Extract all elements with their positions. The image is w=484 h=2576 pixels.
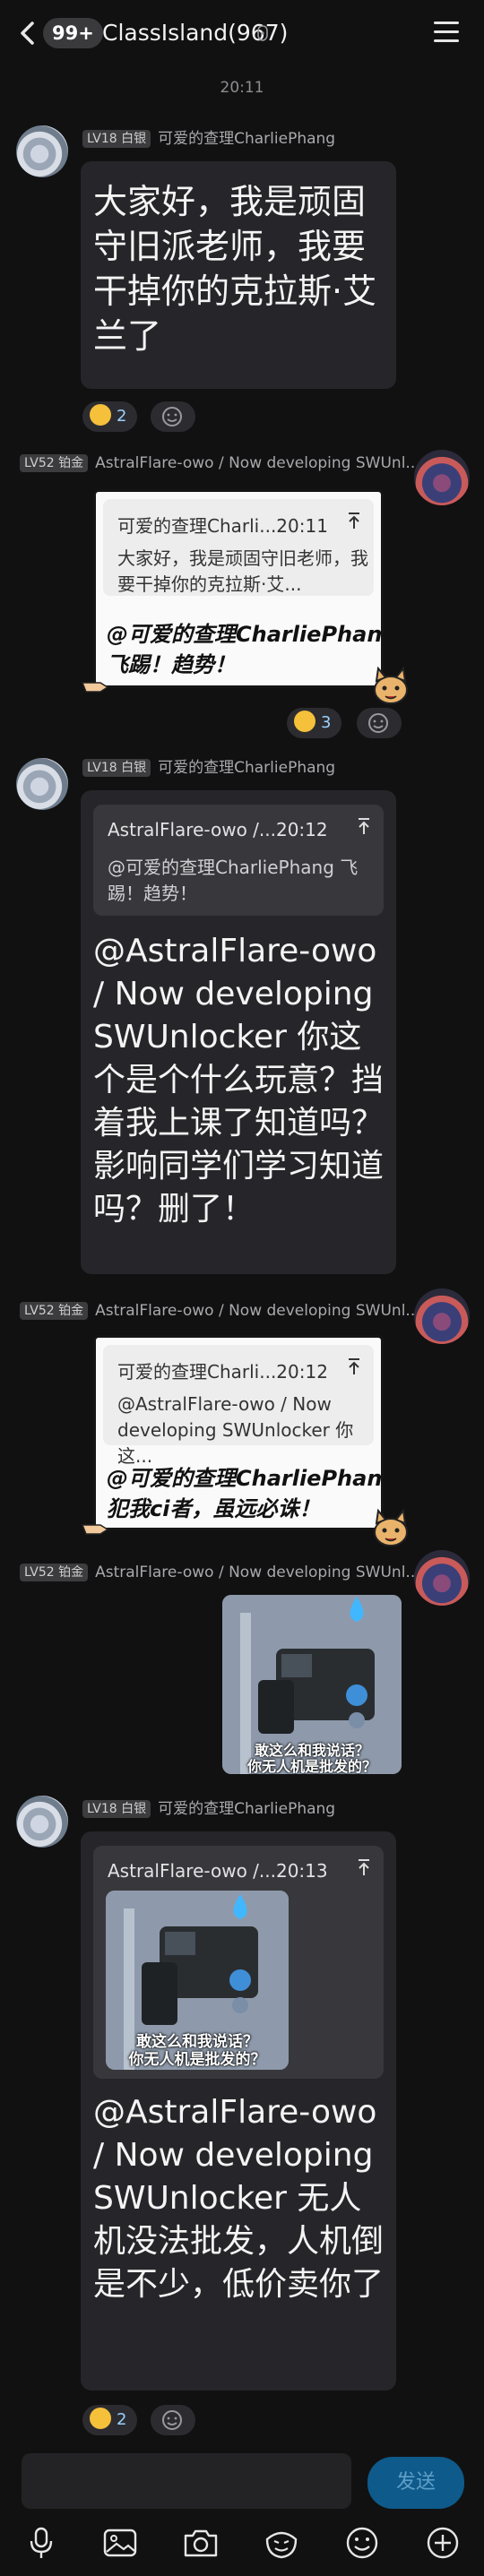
jump-to-icon[interactable]	[347, 1357, 361, 1375]
quote-body: 大家好，我是顽固守旧老师，我要干掉你的克拉斯·艾...	[117, 547, 368, 595]
add-reaction-button[interactable]	[357, 708, 402, 738]
message-text: 飞踢！趋势！	[107, 652, 236, 677]
cat-sticker-icon	[374, 1509, 408, 1546]
message-bubble[interactable]: 大家好，我是顽固守旧派老师，我要干掉你的克拉斯·艾兰了	[81, 161, 396, 389]
input-toolbar	[0, 2516, 484, 2573]
chat-header: 99+ ClassIsland(967)	[0, 0, 484, 66]
sender-line: LV18 白银 可爱的查理CharliePhang	[82, 758, 335, 778]
avatar[interactable]	[16, 758, 68, 810]
reaction-count: 2	[117, 2410, 127, 2429]
message-text: @AstralFlare-owo / Now developing SWUnlo…	[93, 2094, 385, 2303]
add-reaction-icon	[368, 713, 388, 733]
quote-header: AstralFlare-owo /...20:12	[108, 819, 328, 840]
image-caption: 你无人机是批发的？	[246, 1758, 376, 1774]
message-bubble[interactable]: AstralFlare-owo /...20:13 敢这么和我说话？ 你无人机是…	[81, 1831, 396, 2391]
level-badge: LV52 铂金	[20, 1302, 89, 1320]
add-reaction-icon	[162, 407, 182, 426]
sender-line: LV52 铂金 AstralFlare-owo / Now developing …	[20, 453, 420, 473]
send-button[interactable]: 发送	[367, 2457, 464, 2509]
quoted-message[interactable]: 可爱的查理Charli...20:12 @AstralFlare-owo / N…	[103, 1345, 374, 1467]
back-icon[interactable]	[16, 18, 39, 48]
sender-name[interactable]: AstralFlare-owo / Now developing SWUnl..…	[95, 1564, 420, 1581]
reaction-count: 2	[117, 407, 127, 426]
emoji-icon[interactable]	[342, 2523, 382, 2563]
cat-sticker-icon	[374, 667, 408, 704]
avatar[interactable]	[16, 125, 68, 177]
add-reaction-button[interactable]	[151, 401, 195, 432]
timestamp: 20:11	[220, 79, 264, 97]
message-text: 犯我ci者，虽远必诛！	[107, 1496, 321, 1521]
quote-header: AstralFlare-owo /...20:13	[108, 1860, 328, 1882]
jump-to-icon[interactable]	[347, 512, 361, 530]
message-input[interactable]	[22, 2453, 351, 2509]
image-icon[interactable]	[100, 2523, 140, 2563]
image-caption: 你无人机是批发的？	[128, 2051, 266, 2069]
quote-header: 可爱的查理Charli...20:12	[117, 1361, 328, 1383]
sender-name[interactable]: 可爱的查理CharliePhang	[158, 1800, 335, 1818]
quote-body: @可爱的查理CharliePhang 飞踢！趋势！	[108, 857, 359, 904]
sender-line: LV52 铂金 AstralFlare-owo / Now developing …	[20, 1563, 420, 1582]
lock-icon	[257, 25, 268, 41]
anxious-face-icon	[90, 2408, 111, 2429]
level-badge: LV52 铂金	[20, 1564, 89, 1581]
quote-header: 可爱的查理Charli...20:11	[117, 515, 328, 537]
avatar[interactable]	[414, 1550, 470, 1606]
quoted-image[interactable]: 敢这么和我说话？ 你无人机是批发的？	[106, 1891, 289, 2070]
jump-to-icon[interactable]	[357, 817, 371, 835]
unread-badge[interactable]: 99+	[43, 18, 103, 48]
menu-icon[interactable]	[434, 22, 459, 43]
reaction-chip[interactable]: 2	[82, 2405, 138, 2435]
quoted-message[interactable]: 可爱的查理Charli...20:11 大家好，我是顽固守旧老师，我要干掉你的克…	[103, 499, 374, 596]
level-badge: LV18 白银	[82, 130, 151, 148]
sticker-icon[interactable]	[262, 2523, 301, 2563]
sender-line: LV18 白银 可爱的查理CharliePhang	[82, 1799, 335, 1819]
reaction-count: 3	[321, 713, 332, 732]
microphone-icon[interactable]	[22, 2523, 61, 2563]
anxious-face-icon	[90, 404, 111, 426]
level-badge: LV18 白银	[82, 1800, 151, 1818]
sender-name[interactable]: AstralFlare-owo / Now developing SWUnl..…	[95, 1302, 420, 1320]
message-bubble[interactable]: 可爱的查理Charli...20:12 @AstralFlare-owo / N…	[93, 1335, 398, 1530]
message-text: @可爱的查理CharliePhang	[107, 622, 398, 647]
quoted-message[interactable]: AstralFlare-owo /...20:12 @可爱的查理CharlieP…	[93, 805, 384, 916]
hand-sticker-icon	[81, 682, 109, 693]
avatar[interactable]	[414, 450, 470, 505]
camera-icon[interactable]	[181, 2523, 220, 2563]
anxious-face-icon	[294, 711, 315, 732]
sender-name[interactable]: 可爱的查理CharliePhang	[158, 759, 335, 777]
sender-line: LV52 铂金 AstralFlare-owo / Now developing …	[20, 1301, 420, 1321]
image-message[interactable]: 敢这么和我说话？ 你无人机是批发的？	[222, 1595, 402, 1774]
hand-sticker-icon	[81, 1524, 109, 1535]
sender-name[interactable]: AstralFlare-owo / Now developing SWUnl..…	[95, 454, 420, 472]
quoted-message[interactable]: AstralFlare-owo /...20:13 敢这么和我说话？ 你无人机是…	[93, 1846, 384, 2079]
level-badge: LV18 白银	[82, 759, 151, 777]
reaction-chip[interactable]: 3	[287, 708, 342, 738]
message-text: @可爱的查理CharliePhang	[107, 1466, 398, 1491]
avatar[interactable]	[414, 1288, 470, 1344]
sender-name[interactable]: 可爱的查理CharliePhang	[158, 130, 335, 148]
avatar[interactable]	[16, 1796, 68, 1848]
add-reaction-button[interactable]	[151, 2405, 195, 2435]
level-badge: LV52 铂金	[20, 454, 89, 472]
plus-icon[interactable]	[423, 2523, 462, 2563]
add-reaction-icon	[162, 2410, 182, 2430]
message-text: @AstralFlare-owo / Now developing SWUnlo…	[93, 933, 385, 1228]
jump-to-icon[interactable]	[357, 1858, 371, 1876]
reaction-chip[interactable]: 2	[82, 401, 138, 432]
quote-body: @AstralFlare-owo / Now developing SWUnlo…	[117, 1393, 354, 1467]
sender-line: LV18 白银 可爱的查理CharliePhang	[82, 129, 335, 149]
message-bubble[interactable]: AstralFlare-owo /...20:12 @可爱的查理CharlieP…	[81, 790, 396, 1274]
message-bubble[interactable]: 可爱的查理Charli...20:11 大家好，我是顽固守旧老师，我要干掉你的克…	[93, 489, 398, 688]
